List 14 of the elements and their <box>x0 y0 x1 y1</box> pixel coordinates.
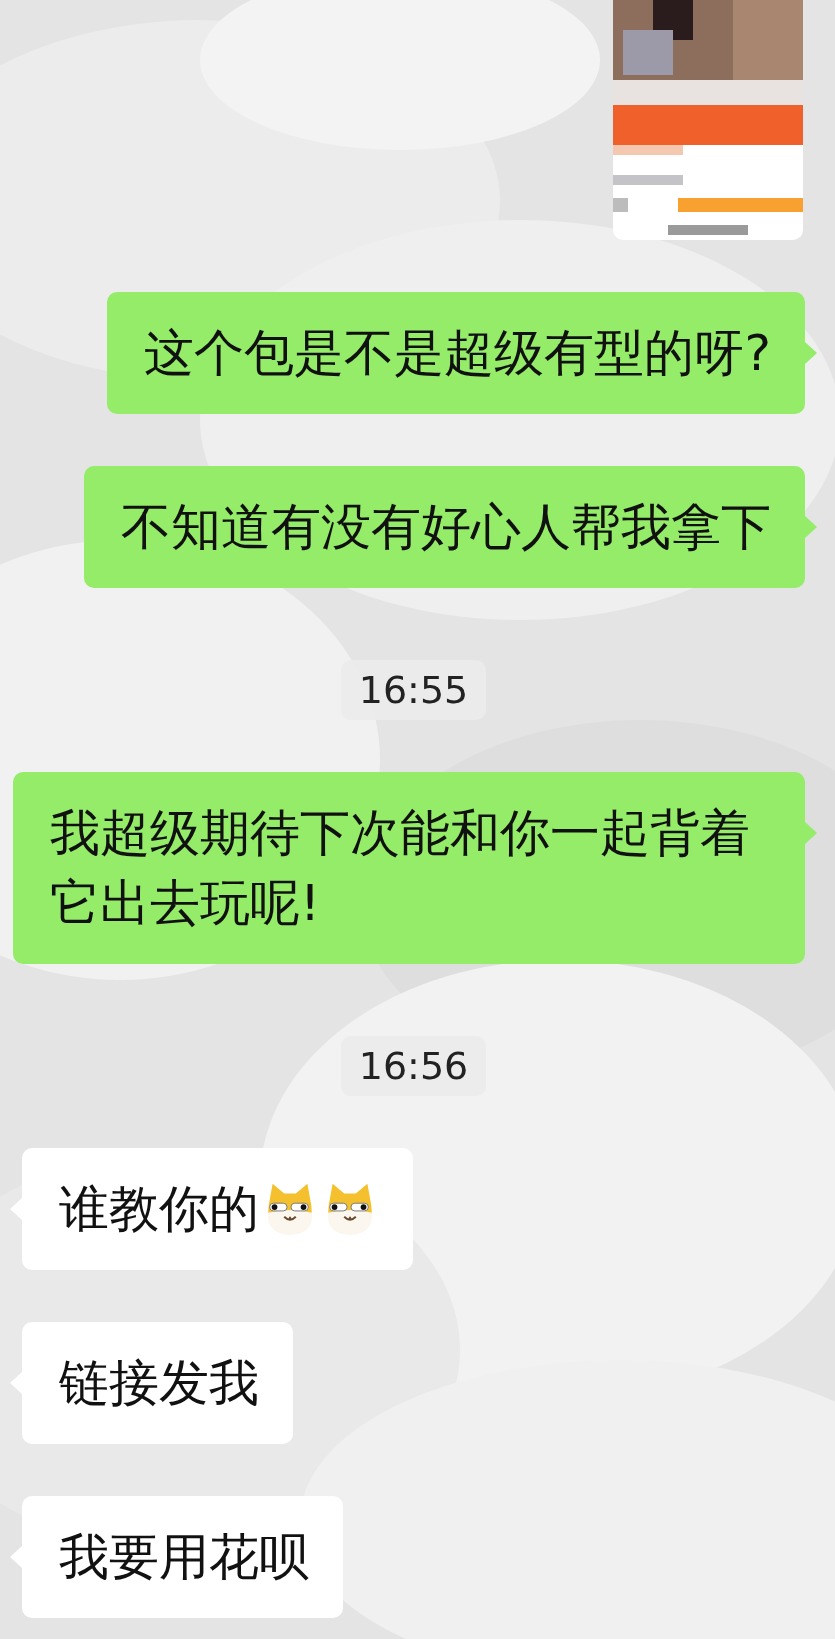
message-bubble[interactable]: 我超级期待下次能和你一起背着它出去玩呢! <box>13 772 805 964</box>
message-bubble[interactable]: 我要用花呗 <box>22 1496 343 1618</box>
message-text: 链接发我 <box>59 1353 259 1414</box>
timestamp: 16:56 <box>340 1036 487 1096</box>
message-bubble[interactable]: 链接发我 <box>22 1322 293 1444</box>
message-text: 这个包是不是超级有型的呀? <box>144 323 771 384</box>
message-bubble[interactable]: 谁教你的 <box>22 1148 413 1270</box>
message-text: 谁教你的 <box>59 1179 259 1240</box>
message-text: 我超级期待下次能和你一起背着它出去玩呢! <box>50 803 751 934</box>
message-bubble[interactable]: 这个包是不是超级有型的呀? <box>107 292 805 414</box>
timestamp: 16:55 <box>340 660 487 720</box>
message-bubble[interactable]: 不知道有没有好心人帮我拿下 <box>84 466 805 588</box>
message-text: 我要用花呗 <box>59 1527 309 1588</box>
message-text: 不知道有没有好心人帮我拿下 <box>121 497 771 558</box>
